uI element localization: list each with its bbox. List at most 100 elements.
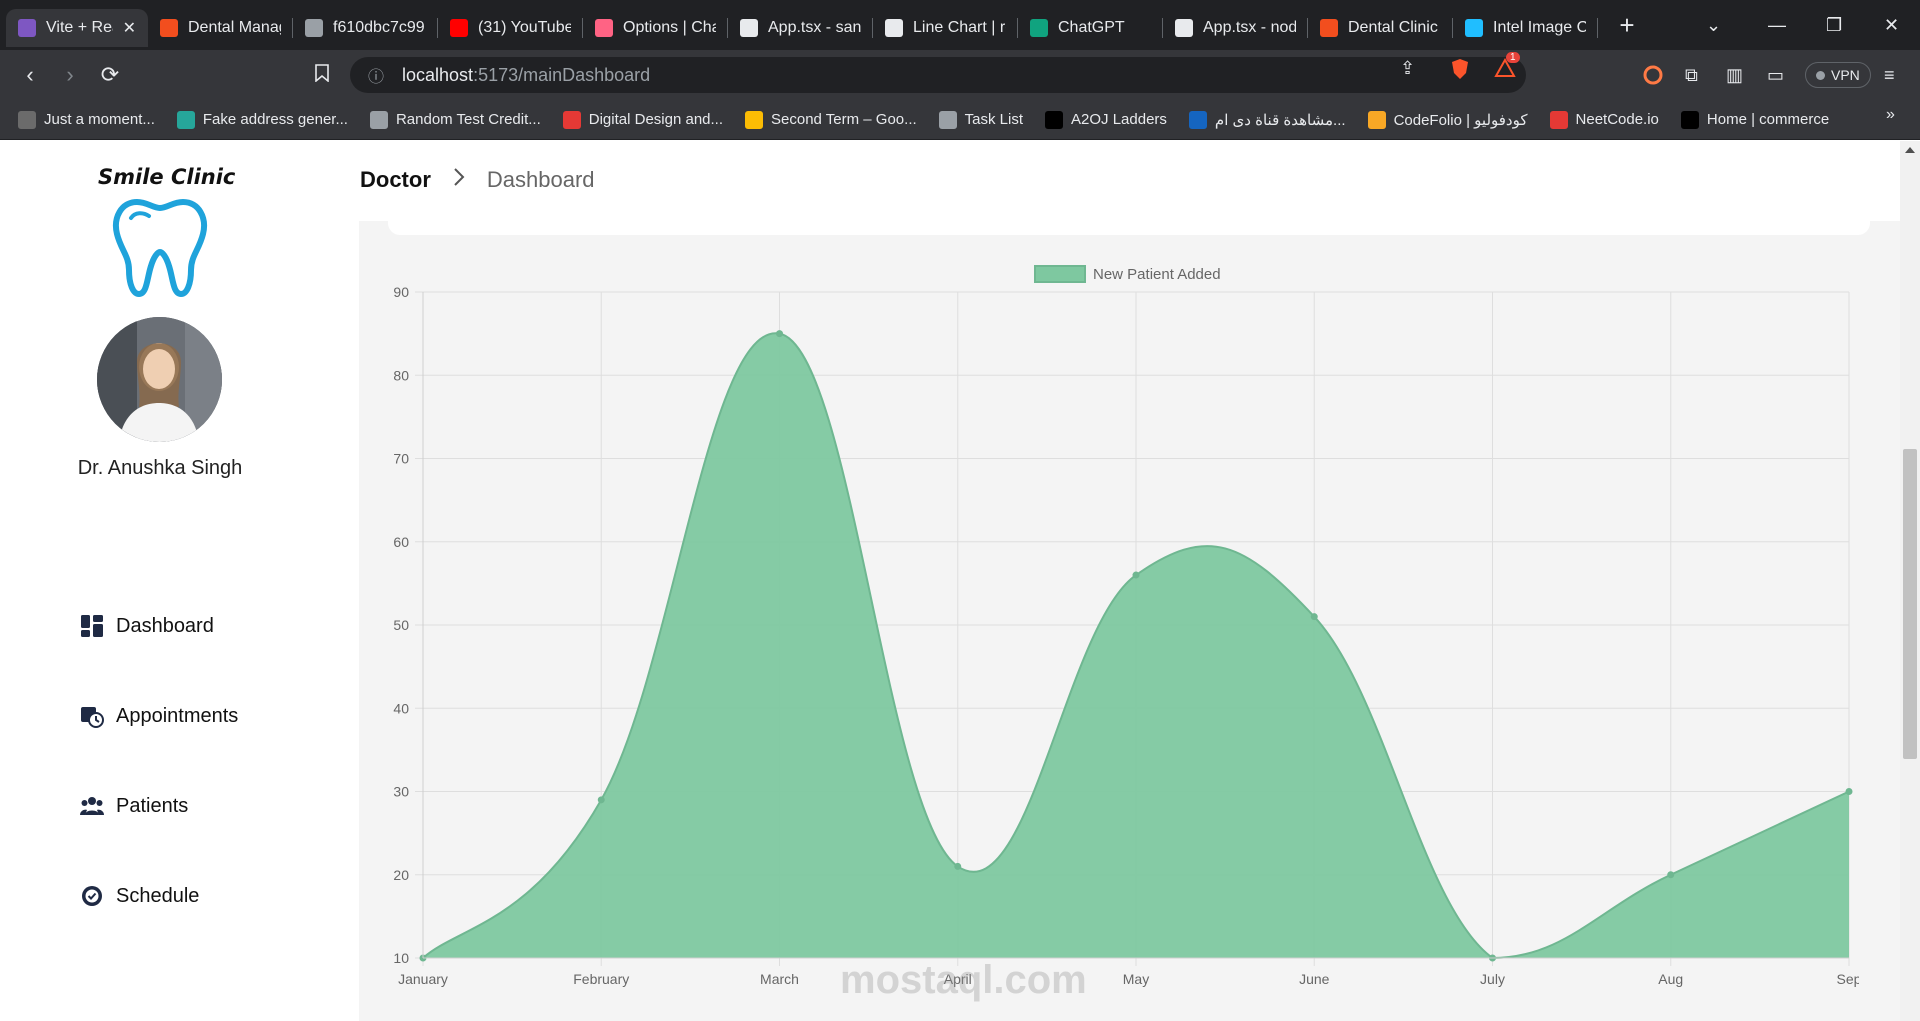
y-tick-label: 10	[393, 950, 409, 966]
bookmark-icon[interactable]	[302, 62, 342, 88]
chartjs-icon	[595, 19, 613, 37]
new-tab-button[interactable]: +	[1612, 10, 1642, 41]
bookmark-item[interactable]: Just a moment...	[18, 110, 155, 129]
pdf-icon	[562, 110, 581, 129]
codesandbox-icon	[1175, 19, 1193, 37]
legend-swatch	[1034, 265, 1086, 283]
sidebar-item-schedule[interactable]: Schedule	[80, 884, 199, 908]
bookmark-label: NeetCode.io	[1575, 111, 1659, 128]
bookmark-item[interactable]: Digital Design and...	[562, 110, 723, 129]
y-tick-label: 60	[393, 534, 409, 550]
bookmark-item[interactable]: NeetCode.io	[1549, 110, 1659, 129]
extensions-icon[interactable]: ⧉	[1685, 50, 1698, 100]
browser-tab[interactable]: App.tsx - sandbox	[728, 9, 873, 47]
bookmark-item[interactable]: Second Term – Goo...	[745, 110, 917, 129]
bookmark-item[interactable]: Task List	[938, 110, 1023, 129]
browser-tab-title: App.tsx - node	[1203, 19, 1296, 36]
data-point	[597, 796, 605, 804]
sidebar-item-appointments[interactable]: Appointments	[80, 704, 238, 728]
address-bar[interactable]: ⓘ localhost:5173/mainDashboard	[350, 57, 1526, 93]
restore-button[interactable]: ❐	[1826, 0, 1842, 50]
close-tab-icon[interactable]: ✕	[123, 18, 136, 38]
back-button[interactable]: ‹	[10, 62, 50, 88]
data-point	[776, 330, 783, 338]
xy-icon	[176, 110, 195, 129]
chatgpt-icon	[1030, 19, 1048, 37]
data-point	[954, 862, 962, 870]
browser-tab-title: Line Chart | react	[913, 19, 1006, 36]
y-tick-label: 40	[393, 700, 409, 716]
browser-tab[interactable]: Intel Image C	[1453, 9, 1598, 47]
x-tick-label: June	[1299, 971, 1330, 987]
bookmark-label: Fake address gener...	[202, 111, 348, 128]
x-tick-label: Aug	[1658, 971, 1683, 987]
browser-tab[interactable]: f610dbc7c99	[293, 9, 438, 47]
close-window-button[interactable]: ✕	[1884, 0, 1899, 50]
youtube-icon	[450, 19, 468, 37]
bookmark-item[interactable]: A2OJ Ladders	[1045, 110, 1167, 129]
y-tick-label: 70	[393, 451, 409, 467]
bookmark-item[interactable]: مشاهدة قناة دى ام...	[1188, 110, 1346, 129]
bookmark-label: CodeFolio | كودفوليو	[1393, 111, 1528, 129]
sidebar-item-dashboard[interactable]: Dashboard	[80, 614, 214, 638]
bookmark-item[interactable]: Random Test Credit...	[369, 110, 541, 129]
bookmark-label: Home | commerce	[1706, 111, 1830, 128]
sidebar-item-patients[interactable]: Patients	[80, 794, 188, 818]
rocket-icon	[1549, 110, 1568, 129]
layers-icon	[885, 19, 903, 37]
a2oj-icon	[1045, 110, 1064, 129]
bookmark-label: Second Term – Goo...	[771, 111, 917, 128]
vite-icon	[18, 19, 36, 37]
tab-search-chevron-icon[interactable]: ⌄	[1706, 0, 1721, 50]
sidebar-item-label: Patients	[116, 794, 189, 817]
browser-tab-title: ChatGPT	[1058, 19, 1125, 36]
brave-rewards-icon[interactable]: 1	[1494, 52, 1520, 83]
reload-button[interactable]: ⟳	[90, 62, 130, 88]
data-point	[1667, 871, 1675, 879]
browser-tab[interactable]: App.tsx - node	[1163, 9, 1308, 47]
page-scrollbar[interactable]	[1900, 141, 1920, 1021]
bookmark-label: Just a moment...	[44, 111, 155, 128]
bookmarks-overflow-icon[interactable]: »	[1886, 106, 1895, 124]
browser-tab[interactable]: Line Chart | react	[873, 9, 1018, 47]
menu-icon[interactable]: ≡	[1884, 50, 1895, 100]
sidebar-item-label: Appointments	[116, 704, 239, 727]
kaggle-icon	[1465, 19, 1483, 37]
bookmark-item[interactable]: Home | commerce	[1680, 110, 1830, 129]
check-icon	[938, 110, 957, 129]
url-host: localhost	[402, 64, 474, 85]
brave-shields-icon[interactable]	[1450, 58, 1470, 85]
share-icon[interactable]: ⇪	[1400, 58, 1415, 79]
browser-tab-title: Intel Image C	[1493, 19, 1586, 36]
patients-icon	[80, 794, 104, 818]
tooth-logo-icon	[113, 199, 207, 297]
scrollbar-thumb[interactable]	[1903, 449, 1917, 759]
browser-tab[interactable]: Vite + React + TS ✕	[6, 9, 148, 47]
minimize-button[interactable]: —	[1768, 0, 1786, 50]
drive-icon	[745, 110, 764, 129]
sidebar: Smile Clinic Dr. Anushka Singh Dashboard	[0, 141, 320, 1021]
browser-tab[interactable]: Dental Management	[148, 9, 293, 47]
bookmark-item[interactable]: Fake address gener...	[176, 110, 348, 129]
x-tick-label: July	[1480, 971, 1505, 987]
scroll-up-arrow-icon[interactable]	[1905, 147, 1915, 153]
browser-tab-title: f610dbc7c99	[333, 19, 425, 36]
site-info-icon[interactable]: ⓘ	[368, 63, 384, 87]
vpn-button[interactable]: VPN	[1805, 50, 1871, 100]
x-tick-label: February	[573, 971, 629, 987]
y-tick-label: 30	[393, 784, 409, 800]
browser-tab[interactable]: Options | Chart	[583, 9, 728, 47]
x-tick-label: January	[398, 971, 448, 987]
browser-tab-title: App.tsx - sandbox	[768, 19, 861, 36]
data-point	[1845, 788, 1853, 795]
browser-tab[interactable]: ChatGPT	[1018, 9, 1163, 47]
forward-button[interactable]: ›	[50, 62, 90, 88]
vpn-status-icon	[1816, 70, 1825, 80]
browser-tab[interactable]: (31) YouTube	[438, 9, 583, 47]
browser-tab[interactable]: Dental Clinic	[1308, 9, 1453, 47]
wallet-icon[interactable]: ▭	[1767, 50, 1784, 100]
leo-icon[interactable]	[1643, 50, 1663, 100]
bookmark-item[interactable]: CodeFolio | كودفوليو	[1367, 110, 1528, 129]
browser-tab-strip: Vite + React + TS ✕ Dental Management f610d…	[0, 0, 1920, 50]
sidebar-toggle-icon[interactable]: ▥	[1726, 50, 1743, 100]
